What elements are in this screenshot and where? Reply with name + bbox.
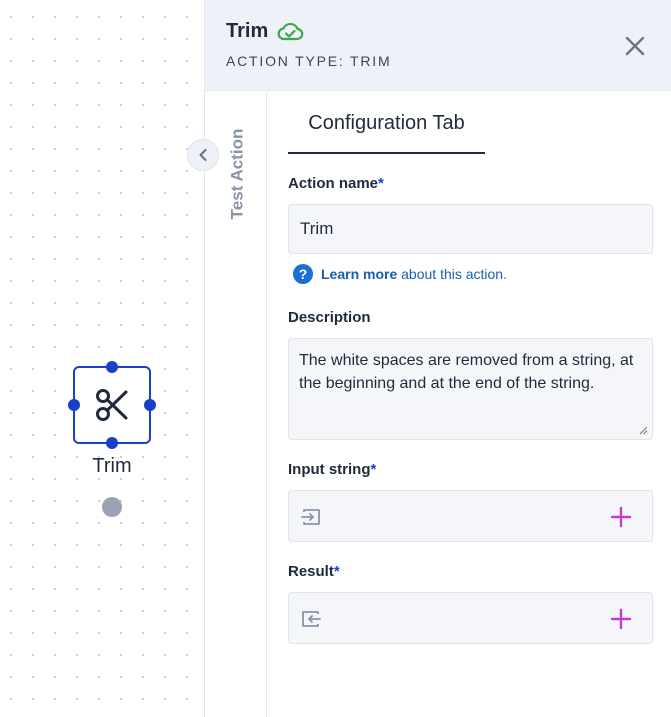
- close-button[interactable]: [623, 34, 647, 58]
- input-string-field[interactable]: [288, 490, 653, 542]
- tab-configuration[interactable]: Configuration Tab: [288, 106, 485, 154]
- action-config-panel: Trim ACTION TYPE: TRIM Test Action Confi…: [187, 0, 671, 717]
- add-result-plus-icon[interactable]: [610, 608, 632, 630]
- node-handle-top[interactable]: [106, 361, 118, 373]
- node-handle-bottom[interactable]: [106, 437, 118, 449]
- node-output-port[interactable]: [102, 497, 122, 517]
- result-field[interactable]: [288, 592, 653, 644]
- node-handle-right[interactable]: [144, 399, 156, 411]
- close-icon: [625, 36, 645, 56]
- panel-header: Trim ACTION TYPE: TRIM: [205, 0, 671, 91]
- panel-title-row: Trim: [226, 20, 304, 43]
- learn-more-link[interactable]: Learn more: [321, 266, 397, 282]
- resize-grip-icon[interactable]: [638, 425, 648, 435]
- action-name-field-box: [288, 204, 653, 254]
- trim-node[interactable]: [68, 361, 156, 449]
- panel-subtitle: ACTION TYPE: TRIM: [226, 53, 392, 69]
- tab-test-action-label: Test Action: [227, 128, 247, 220]
- help-icon: ?: [293, 264, 313, 284]
- input-string-label: Input string*: [288, 461, 376, 478]
- result-label-text: Result: [288, 563, 334, 580]
- node-label: Trim: [92, 455, 132, 477]
- required-marker: *: [378, 175, 384, 192]
- action-name-label-text: Action name: [288, 175, 379, 192]
- required-marker: *: [370, 461, 377, 478]
- description-textarea[interactable]: The white spaces are removed from a stri…: [289, 339, 652, 439]
- side-tab-column: Test Action: [205, 92, 267, 717]
- workflow-canvas[interactable]: Trim: [0, 0, 204, 717]
- required-marker: *: [333, 563, 340, 580]
- panel-title: Trim: [226, 20, 269, 42]
- action-name-input[interactable]: [289, 205, 652, 253]
- tab-test-action[interactable]: Test Action: [225, 122, 249, 226]
- input-variable-icon: [301, 509, 320, 525]
- input-string-label-text: Input string: [288, 461, 371, 478]
- cloud-check-icon: [277, 22, 304, 40]
- result-label: Result*: [288, 563, 340, 580]
- output-variable-icon: [302, 611, 321, 627]
- description-label: Description: [288, 309, 371, 326]
- description-field-box: The white spaces are removed from a stri…: [288, 338, 653, 440]
- add-input-plus-icon[interactable]: [610, 506, 632, 528]
- action-name-label: Action name*: [288, 175, 384, 192]
- scissors-icon: [96, 389, 128, 421]
- learn-more-row: ? Learn more about this action.: [293, 264, 507, 284]
- learn-more-text: about this action.: [397, 266, 507, 282]
- node-handle-left[interactable]: [68, 399, 80, 411]
